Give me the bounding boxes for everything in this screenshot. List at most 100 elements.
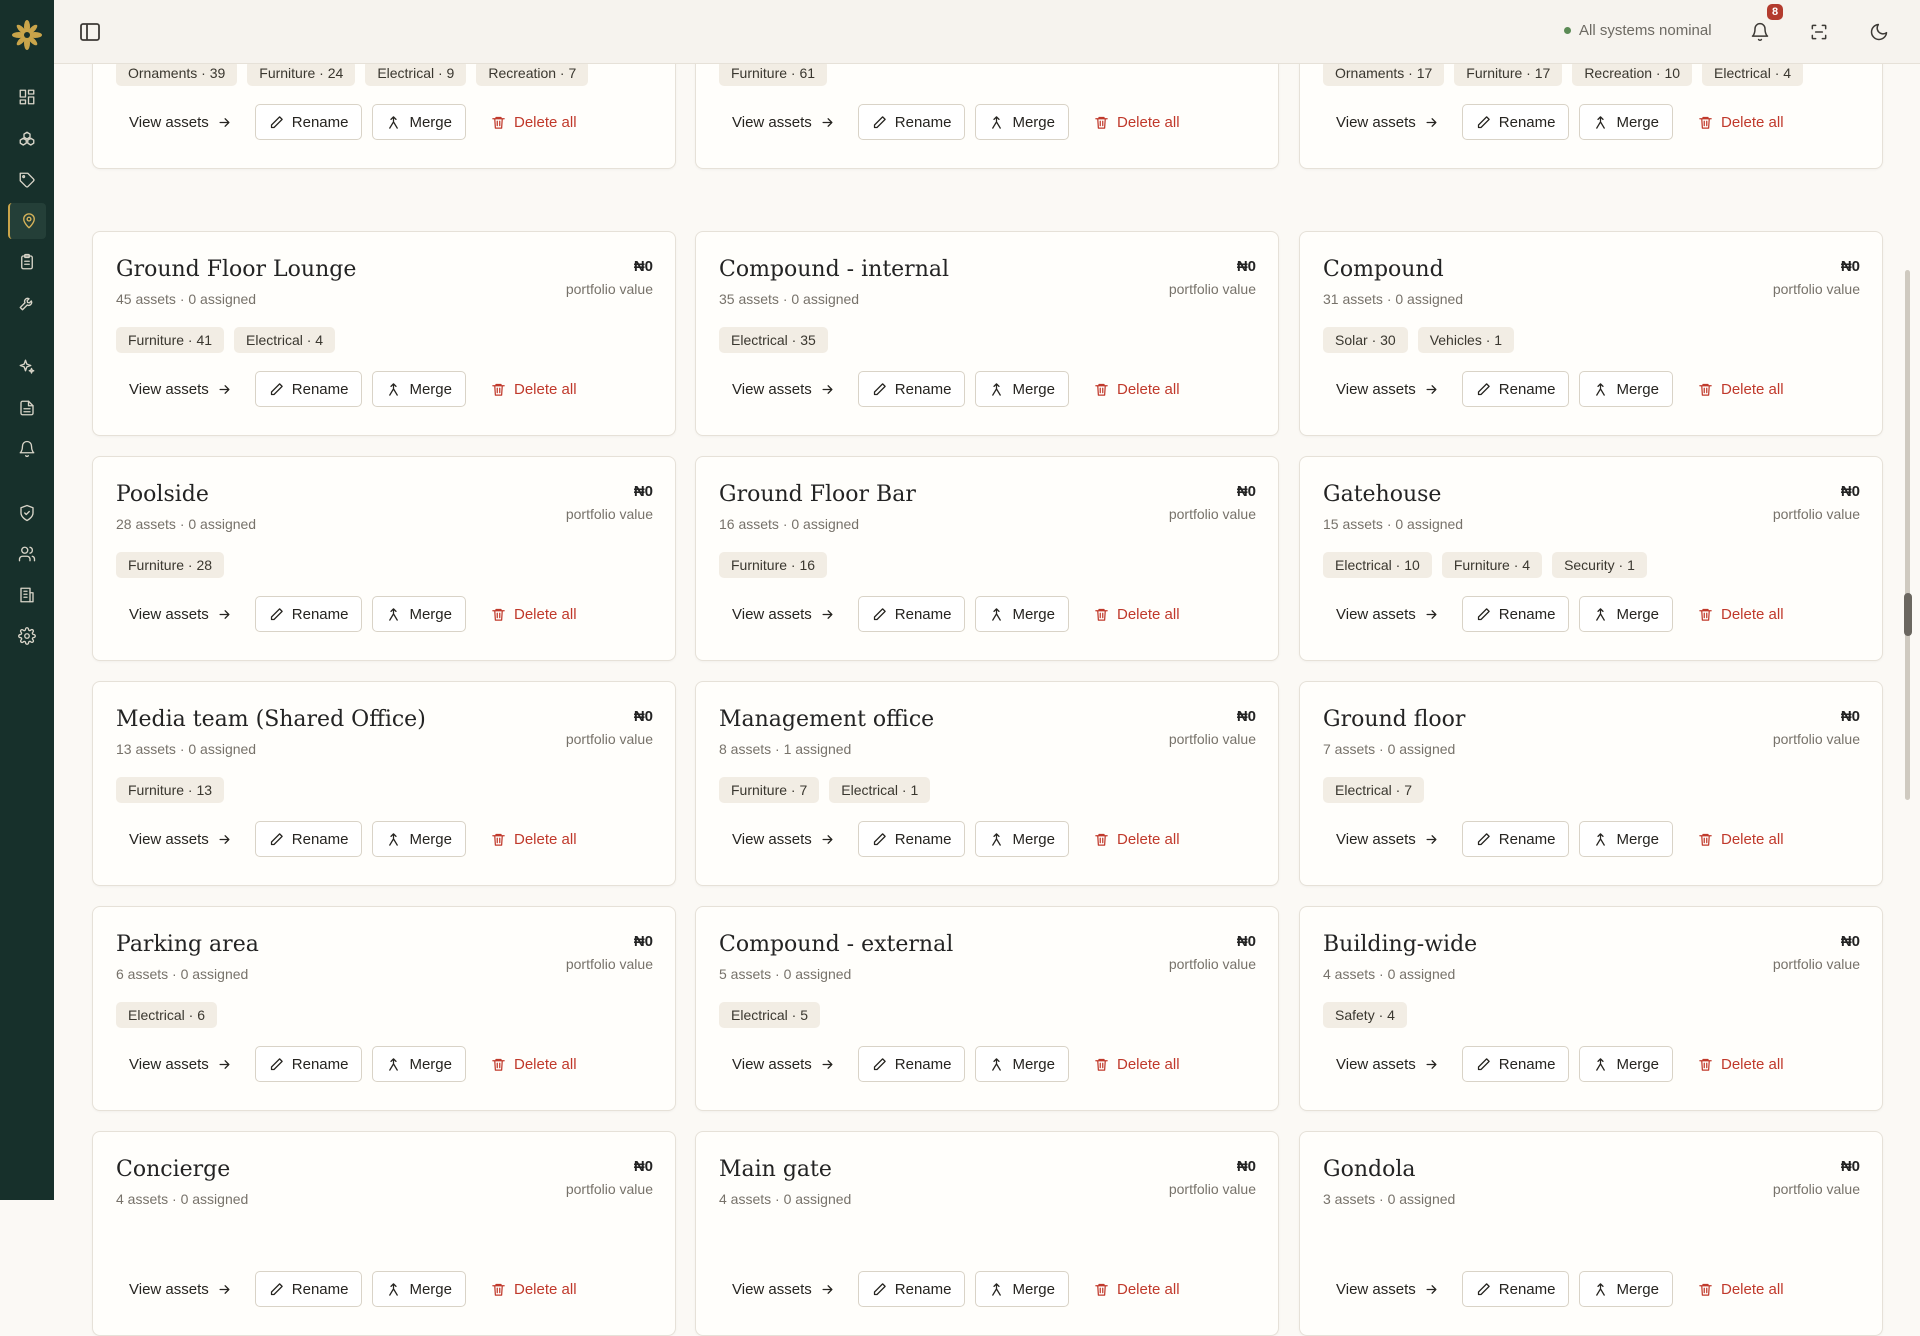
delete-all-button[interactable]: Delete all xyxy=(478,596,590,632)
merge-button[interactable]: Merge xyxy=(975,821,1069,857)
merge-button[interactable]: Merge xyxy=(975,596,1069,632)
view-assets-button[interactable]: View assets xyxy=(719,1046,848,1082)
view-assets-button[interactable]: View assets xyxy=(1323,821,1452,857)
view-assets-button[interactable]: View assets xyxy=(1323,596,1452,632)
rename-button[interactable]: Rename xyxy=(254,371,363,407)
merge-button[interactable]: Merge xyxy=(372,371,466,407)
rename-button[interactable]: Rename xyxy=(254,821,363,857)
rename-button[interactable]: Rename xyxy=(254,1271,363,1307)
delete-all-button[interactable]: Delete all xyxy=(478,104,590,140)
wrench-icon[interactable] xyxy=(15,291,39,315)
shield-icon[interactable] xyxy=(15,501,39,525)
rename-button[interactable]: Rename xyxy=(857,371,966,407)
rename-button[interactable]: Rename xyxy=(857,596,966,632)
delete-all-button[interactable]: Delete all xyxy=(1685,371,1797,407)
rename-label: Rename xyxy=(1498,605,1556,623)
merge-button[interactable]: Merge xyxy=(975,1271,1069,1307)
view-assets-button[interactable]: View assets xyxy=(1323,1271,1452,1307)
view-assets-button[interactable]: View assets xyxy=(1323,104,1452,140)
delete-all-button[interactable]: Delete all xyxy=(1081,596,1193,632)
delete-all-button[interactable]: Delete all xyxy=(478,1046,590,1082)
card-actions: View assets Rename Merge Delete all xyxy=(1323,371,1797,407)
scrollbar-thumb[interactable] xyxy=(1904,593,1912,636)
merge-button[interactable]: Merge xyxy=(372,596,466,632)
merge-button[interactable]: Merge xyxy=(372,821,466,857)
view-assets-button[interactable]: View assets xyxy=(116,104,245,140)
clipboard-icon[interactable] xyxy=(15,250,39,274)
view-assets-button[interactable]: View assets xyxy=(116,1271,245,1307)
rename-button[interactable]: Rename xyxy=(1461,596,1570,632)
delete-all-label: Delete all xyxy=(1117,1055,1180,1073)
brand-logo-icon[interactable] xyxy=(8,16,46,54)
sidebar-toggle-icon[interactable] xyxy=(78,20,102,44)
merge-button[interactable]: Merge xyxy=(975,371,1069,407)
delete-all-button[interactable]: Delete all xyxy=(1685,1271,1797,1307)
rename-button[interactable]: Rename xyxy=(1461,371,1570,407)
rename-button[interactable]: Rename xyxy=(254,104,363,140)
merge-button[interactable]: Merge xyxy=(1579,371,1673,407)
delete-all-button[interactable]: Delete all xyxy=(1685,596,1797,632)
delete-all-button[interactable]: Delete all xyxy=(1685,104,1797,140)
rename-button[interactable]: Rename xyxy=(254,1046,363,1082)
fullscreen-scan-icon[interactable] xyxy=(1806,19,1832,45)
dark-mode-moon-icon[interactable] xyxy=(1866,19,1892,45)
view-assets-button[interactable]: View assets xyxy=(116,371,245,407)
delete-all-button[interactable]: Delete all xyxy=(1685,821,1797,857)
assets-icon[interactable] xyxy=(15,127,39,151)
view-assets-button[interactable]: View assets xyxy=(116,821,245,857)
merge-button[interactable]: Merge xyxy=(975,1046,1069,1082)
view-assets-button[interactable]: View assets xyxy=(116,596,245,632)
view-assets-button[interactable]: View assets xyxy=(1323,371,1452,407)
merge-button[interactable]: Merge xyxy=(1579,1271,1673,1307)
delete-all-button[interactable]: Delete all xyxy=(1081,1271,1193,1307)
view-assets-button[interactable]: View assets xyxy=(719,821,848,857)
location-pin-icon[interactable] xyxy=(17,209,41,233)
settings-gear-icon[interactable] xyxy=(15,624,39,648)
delete-all-button[interactable]: Delete all xyxy=(1081,1046,1193,1082)
delete-all-button[interactable]: Delete all xyxy=(478,821,590,857)
arrow-right-icon xyxy=(219,1284,230,1294)
view-assets-button[interactable]: View assets xyxy=(719,371,848,407)
rename-button[interactable]: Rename xyxy=(857,104,966,140)
merge-button[interactable]: Merge xyxy=(372,104,466,140)
view-assets-button[interactable]: View assets xyxy=(719,1271,848,1307)
scrollbar-track[interactable] xyxy=(1905,270,1910,800)
portfolio-value: ₦0 xyxy=(633,933,653,950)
building-icon[interactable] xyxy=(15,583,39,607)
merge-button[interactable]: Merge xyxy=(1579,821,1673,857)
rename-button[interactable]: Rename xyxy=(857,1271,966,1307)
rename-button[interactable]: Rename xyxy=(254,596,363,632)
view-assets-button[interactable]: View assets xyxy=(1323,1046,1452,1082)
rename-button[interactable]: Rename xyxy=(857,821,966,857)
rename-button[interactable]: Rename xyxy=(1461,821,1570,857)
merge-button[interactable]: Merge xyxy=(372,1046,466,1082)
merge-button[interactable]: Merge xyxy=(1579,596,1673,632)
category-tag: Electrical · 5 xyxy=(719,1002,821,1028)
merge-button[interactable]: Merge xyxy=(975,104,1069,140)
tag-icon[interactable] xyxy=(15,168,39,192)
users-icon[interactable] xyxy=(15,542,39,566)
dashboard-icon[interactable] xyxy=(15,85,39,109)
document-icon[interactable] xyxy=(15,396,39,420)
view-assets-button[interactable]: View assets xyxy=(719,104,848,140)
view-assets-button[interactable]: View assets xyxy=(719,596,848,632)
view-assets-button[interactable]: View assets xyxy=(116,1046,245,1082)
delete-all-button[interactable]: Delete all xyxy=(1081,821,1193,857)
rename-button[interactable]: Rename xyxy=(1461,104,1570,140)
bell-nav-icon[interactable] xyxy=(15,437,39,461)
rename-button[interactable]: Rename xyxy=(1461,1271,1570,1307)
delete-all-button[interactable]: Delete all xyxy=(1081,371,1193,407)
merge-button[interactable]: Merge xyxy=(1579,1046,1673,1082)
delete-all-button[interactable]: Delete all xyxy=(478,371,590,407)
merge-button[interactable]: Merge xyxy=(372,1271,466,1307)
card-actions: View assets Rename Merge Delete all xyxy=(1323,596,1797,632)
notification-bell-icon[interactable] xyxy=(1747,19,1773,45)
delete-all-button[interactable]: Delete all xyxy=(1081,104,1193,140)
pencil-icon xyxy=(873,115,886,128)
rename-button[interactable]: Rename xyxy=(857,1046,966,1082)
delete-all-button[interactable]: Delete all xyxy=(1685,1046,1797,1082)
sparkles-icon[interactable] xyxy=(15,355,39,379)
rename-button[interactable]: Rename xyxy=(1461,1046,1570,1082)
merge-button[interactable]: Merge xyxy=(1579,104,1673,140)
delete-all-button[interactable]: Delete all xyxy=(478,1271,590,1307)
